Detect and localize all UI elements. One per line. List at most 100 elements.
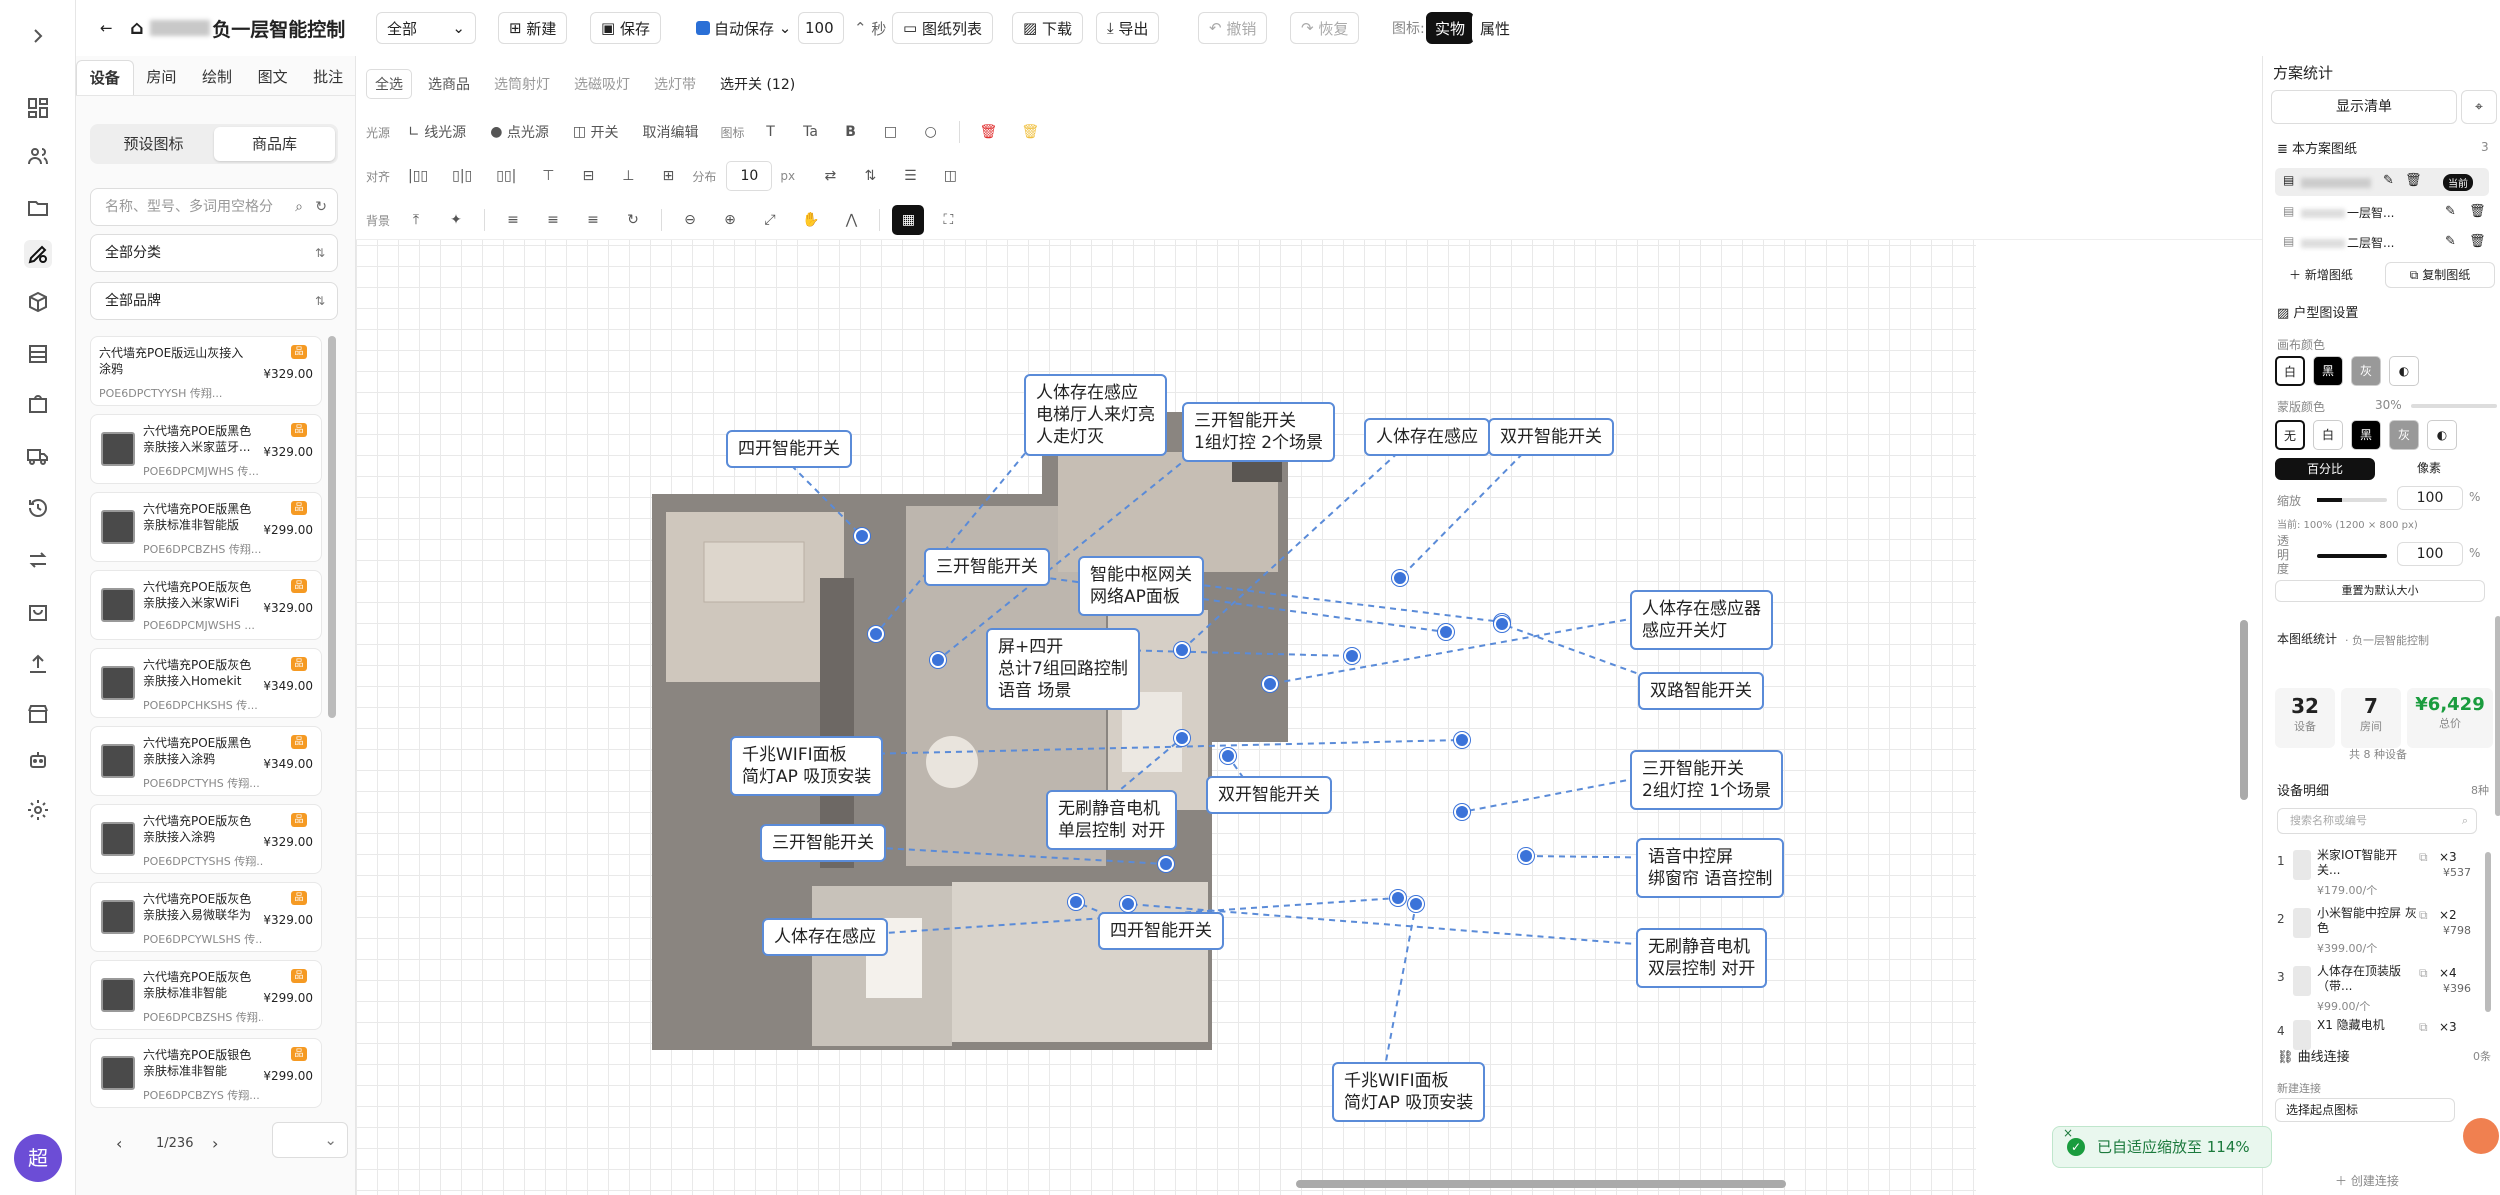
redo-button[interactable]: ↷ 恢复 <box>1290 12 1360 44</box>
device-marker[interactable] <box>1120 896 1136 912</box>
truck-icon[interactable] <box>24 442 52 470</box>
canvas-color-white[interactable]: 白 <box>2275 356 2305 386</box>
annotation-label[interactable]: 智能中枢网关 网络AP面板 <box>1078 556 1204 616</box>
distribute-v-icon[interactable]: ⇅ <box>854 161 886 191</box>
measure-icon[interactable]: ⋀ <box>835 205 867 235</box>
text-size-icon[interactable]: Ta <box>795 117 827 147</box>
align-hcenter-icon[interactable]: ▯|▯ <box>444 161 480 191</box>
device-marker[interactable] <box>1390 890 1406 906</box>
annotation-label[interactable]: 语音中控屏 绑窗帘 语音控制 <box>1636 838 1785 898</box>
tab-room[interactable]: 房间 <box>134 60 190 95</box>
gap-input[interactable]: 10 <box>726 161 773 191</box>
select-strips-button[interactable]: 选灯带 <box>646 69 704 99</box>
opacity-slider[interactable] <box>2317 554 2387 558</box>
select-downlights-button[interactable]: 选筒射灯 <box>486 69 558 99</box>
annotation-label[interactable]: 三开智能开关 <box>924 548 1050 586</box>
device-marker[interactable] <box>1454 732 1470 748</box>
search-icon[interactable]: ⌕ <box>295 189 303 225</box>
avatar[interactable]: 超 <box>14 1134 62 1182</box>
product-card[interactable]: 六代墙充POE版黑色亲肤接入米家蓝牙... POE6DPCMJWHS 传... ¥3… <box>90 414 322 484</box>
mask-color-none[interactable]: 无 <box>2275 420 2305 450</box>
autosave-toggle[interactable]: 自动保存 ⌄ <box>686 12 802 44</box>
robot-icon[interactable] <box>24 746 52 774</box>
show-list-button[interactable]: 显示清单 <box>2271 90 2457 124</box>
device-marker[interactable] <box>1174 642 1190 658</box>
device-detail-row[interactable]: 1 米家IOT智能开关... ⧉ ×3 ¥537 ¥179.00/个 <box>2277 848 2471 898</box>
palette-icon[interactable]: ◐ <box>2389 356 2419 386</box>
refresh-icon[interactable]: ↻ <box>315 189 327 225</box>
scrollbar[interactable] <box>2485 852 2491 1012</box>
circle-icon[interactable]: ○ <box>915 117 947 147</box>
tab-annotation[interactable]: 批注 <box>300 60 356 95</box>
annotation-label[interactable]: 人体存在感应器 感应开关灯 <box>1630 590 1773 650</box>
scrollbar[interactable] <box>2495 616 2500 816</box>
next-page-icon[interactable]: › <box>212 1134 218 1153</box>
columns-icon[interactable]: ◫ <box>934 161 966 191</box>
bold-icon[interactable]: B <box>835 117 867 147</box>
create-connection-button[interactable]: ＋ 创建连接 <box>2335 1172 2399 1189</box>
mode-real-button[interactable]: 实物 <box>1426 12 1475 44</box>
magic-wand-icon[interactable]: ✦ <box>440 205 472 235</box>
align-bottom-icon[interactable]: ⊥ <box>612 161 644 191</box>
delete-icon[interactable]: 🗑 <box>972 117 1006 147</box>
bag-icon[interactable] <box>24 390 52 418</box>
expand-icon[interactable] <box>24 22 52 50</box>
edit-icon[interactable]: ✎ <box>2445 204 2456 219</box>
product-card[interactable]: 六代墙充POE版灰色亲肤接入米家WiFi POE6DPCMJWSHS ... ¥32… <box>90 570 322 640</box>
download-button[interactable]: ▨ 下载 <box>1012 12 1083 44</box>
start-icon-select[interactable]: 选择起点图标 <box>2275 1098 2455 1122</box>
product-search-input[interactable]: 名称、型号、多词用空格分 ⌕ ↻ <box>90 188 338 226</box>
device-marker[interactable] <box>1262 676 1278 692</box>
unit-pixel-button[interactable]: 像素 <box>2379 458 2479 480</box>
chevron-up-icon[interactable]: ⌃ <box>854 19 871 37</box>
undo-button[interactable]: ↶ 撤销 <box>1198 12 1268 44</box>
select-magnetic-button[interactable]: 选磁吸灯 <box>566 69 638 99</box>
annotation-label[interactable]: 屏+四开 总计7组回路控制 语音 场景 <box>986 628 1140 710</box>
align-left-icon[interactable]: |▯▯ <box>400 161 436 191</box>
new-button[interactable]: ⊞ 新建 <box>498 12 568 44</box>
device-marker[interactable] <box>1068 894 1084 910</box>
device-search-input[interactable]: 搜索名称或编号 ⌕ <box>2277 808 2477 834</box>
history-icon[interactable] <box>24 494 52 522</box>
annotation-label[interactable]: 人体存在感应 <box>1364 418 1490 456</box>
cancel-edit-button[interactable]: 取消编辑 <box>635 117 707 147</box>
product-card[interactable]: 六代墙充POE版灰色亲肤接入易微联华为 POE6DPCYWLSHS 传... ¥32… <box>90 882 322 952</box>
annotation-label[interactable]: 双开智能开关 <box>1206 776 1332 814</box>
device-detail-row[interactable]: 2 小米智能中控屏 灰色 ⧉ ×2 ¥798 ¥399.00/个 <box>2277 906 2471 956</box>
product-library-tab[interactable]: 商品库 <box>214 127 335 161</box>
annotation-label[interactable]: 三开智能开关 <box>760 824 886 862</box>
scale-slider[interactable] <box>2317 498 2387 502</box>
annotation-label[interactable]: 千兆WIFI面板 简灯AP 吸顶安装 <box>1332 1062 1486 1122</box>
horizontal-scrollbar[interactable] <box>1296 1180 1786 1188</box>
align-vcenter-icon[interactable]: ⊟ <box>572 161 604 191</box>
mask-opacity-slider[interactable] <box>2411 404 2497 408</box>
fit-icon[interactable]: ⤢ <box>754 205 786 235</box>
reset-size-button[interactable]: 重置为默认大小 <box>2275 580 2485 602</box>
copy-icon[interactable]: ⧉ <box>2419 908 2428 923</box>
copy-icon[interactable]: ⧉ <box>2419 966 2428 981</box>
vertical-scrollbar[interactable] <box>2240 620 2248 800</box>
product-card[interactable]: 六代墙充POE版远山灰接入涂鸦 POE6DPCTYYSH 传翔... ¥329.00… <box>90 336 322 406</box>
save-button[interactable]: ▣ 保存 <box>590 12 661 44</box>
annotation-label[interactable]: 三开智能开关 2组灯控 1个场景 <box>1630 750 1784 810</box>
preset-icons-tab[interactable]: 预设图标 <box>93 127 214 161</box>
mask-color-black[interactable]: 黑 <box>2351 420 2381 450</box>
swap-icon[interactable] <box>24 546 52 574</box>
back-icon[interactable]: ← <box>90 12 123 44</box>
grid-align-icon[interactable]: ⊞ <box>652 161 684 191</box>
users-icon[interactable] <box>24 142 52 170</box>
canvas-color-grey[interactable]: 灰 <box>2351 356 2381 386</box>
device-marker[interactable] <box>1408 896 1424 912</box>
align-top-icon[interactable]: ⊤ <box>532 161 564 191</box>
annotation-label[interactable]: 双路智能开关 <box>1638 672 1764 710</box>
align-right-icon[interactable]: ▯▯| <box>488 161 524 191</box>
select-switches-button[interactable]: 选开关 (12) <box>712 69 803 99</box>
upload-bg-icon[interactable]: ⤒ <box>400 205 432 235</box>
point-light-button[interactable]: ● 点光源 <box>482 117 557 147</box>
product-card[interactable]: 六代墙充POE版灰色亲肤接入Homekit POE6DPCHKSHS 传... ¥3… <box>90 648 322 718</box>
drawing-item-current[interactable]: ▤ ✎ 🗑 当前 <box>2275 168 2489 196</box>
edit-icon[interactable]: ✎ <box>2383 173 2394 188</box>
tab-draw[interactable]: 绘制 <box>189 60 245 95</box>
annotation-label[interactable]: 三开智能开关 1组灯控 2个场景 <box>1182 402 1336 462</box>
scrollbar[interactable] <box>328 336 336 718</box>
